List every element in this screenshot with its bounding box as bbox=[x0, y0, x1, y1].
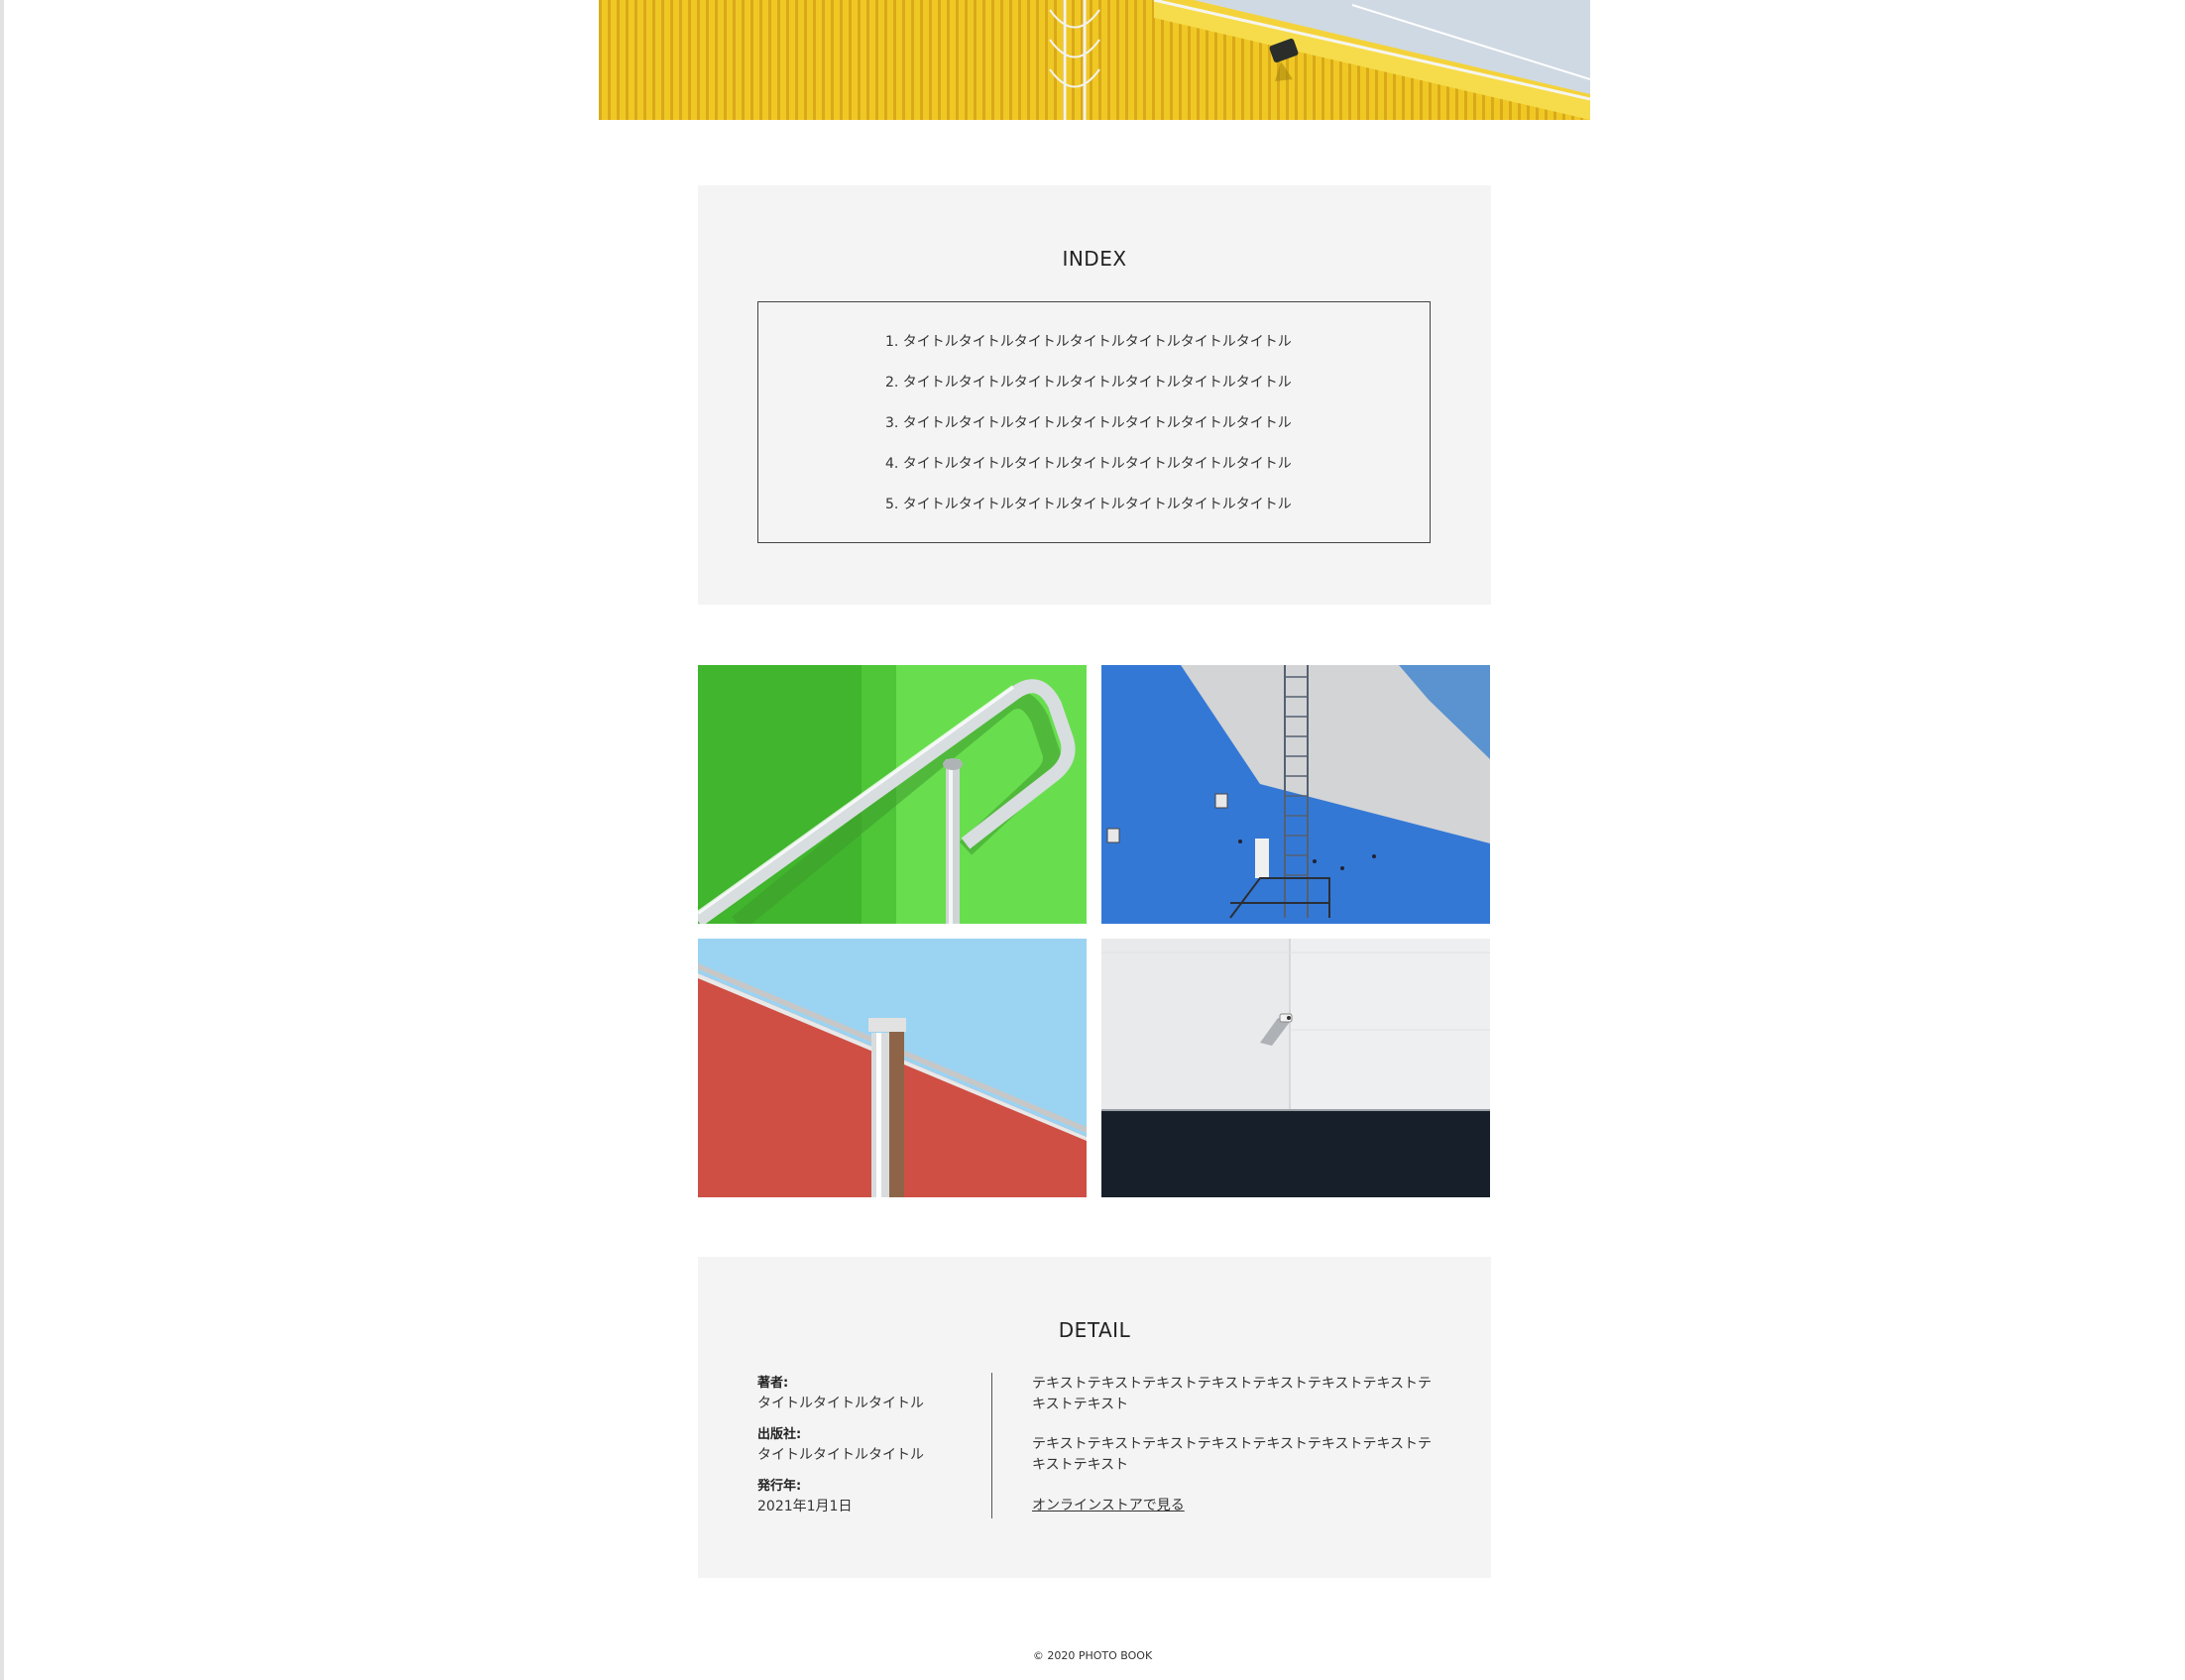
index-item[interactable]: 5. タイトルタイトルタイトルタイトルタイトルタイトルタイトル bbox=[885, 495, 1292, 535]
index-link-2[interactable]: 2. タイトルタイトルタイトルタイトルタイトルタイトルタイトル bbox=[885, 375, 1292, 391]
detail-title: DETAIL bbox=[1058, 1318, 1131, 1342]
detail-section: DETAIL 著者: タイトルタイトルタイトル 出版社: タイトルタイトルタイト… bbox=[698, 1257, 1491, 1578]
index-link-4[interactable]: 4. タイトルタイトルタイトルタイトルタイトルタイトルタイトル bbox=[885, 456, 1292, 472]
index-box: 1. タイトルタイトルタイトルタイトルタイトルタイトルタイトル 2. タイトルタ… bbox=[757, 301, 1431, 543]
red-wall-pipe-photo bbox=[698, 939, 1087, 1197]
index-item[interactable]: 2. タイトルタイトルタイトルタイトルタイトルタイトルタイトル bbox=[885, 373, 1292, 413]
online-store-link[interactable]: オンラインストアで見る bbox=[1032, 1498, 1185, 1513]
index-section: INDEX 1. タイトルタイトルタイトルタイトルタイトルタイトルタイトル 2.… bbox=[698, 185, 1491, 605]
green-wall-railing-photo bbox=[698, 665, 1087, 924]
detail-description: テキストテキストテキストテキストテキストテキストテキストテキストテキスト テキス… bbox=[1032, 1374, 1437, 1516]
blue-wall-ladder-photo bbox=[1101, 665, 1490, 924]
index-link-5[interactable]: 5. タイトルタイトルタイトルタイトルタイトルタイトルタイトル bbox=[885, 497, 1292, 512]
description-paragraph-1: テキストテキストテキストテキストテキストテキストテキストテキストテキスト bbox=[1032, 1376, 1433, 1412]
year-label: 発行年: bbox=[757, 1479, 802, 1494]
author-label: 著者: bbox=[757, 1376, 789, 1391]
author-value: タイトルタイトルタイトル bbox=[757, 1396, 924, 1411]
index-item[interactable]: 4. タイトルタイトルタイトルタイトルタイトルタイトルタイトル bbox=[885, 454, 1292, 495]
publisher-value: タイトルタイトルタイトル bbox=[757, 1447, 924, 1463]
index-list: 1. タイトルタイトルタイトルタイトルタイトルタイトルタイトル 2. タイトルタ… bbox=[885, 332, 1292, 535]
index-link-3[interactable]: 3. タイトルタイトルタイトルタイトルタイトルタイトルタイトル bbox=[885, 415, 1292, 431]
index-title: INDEX bbox=[1062, 247, 1127, 271]
publisher-label: 出版社: bbox=[757, 1427, 802, 1442]
year-value: 2021年1月1日 bbox=[757, 1499, 853, 1514]
detail-meta: 著者: タイトルタイトルタイトル 出版社: タイトルタイトルタイトル 発行年: … bbox=[757, 1374, 976, 1528]
index-link-1[interactable]: 1. タイトルタイトルタイトルタイトルタイトルタイトルタイトル bbox=[885, 334, 1292, 350]
index-item[interactable]: 1. タイトルタイトルタイトルタイトルタイトルタイトルタイトル bbox=[885, 332, 1292, 373]
detail-divider bbox=[991, 1373, 992, 1518]
page-edge bbox=[0, 0, 4, 1680]
footer-copyright: © 2020 PHOTO BOOK bbox=[1032, 1649, 1153, 1662]
index-item[interactable]: 3. タイトルタイトルタイトルタイトルタイトルタイトルタイトル bbox=[885, 413, 1292, 454]
hero-image bbox=[599, 0, 1590, 120]
description-paragraph-2: テキストテキストテキストテキストテキストテキストテキストテキストテキスト bbox=[1032, 1436, 1433, 1473]
white-wall-camera-photo bbox=[1101, 939, 1490, 1197]
